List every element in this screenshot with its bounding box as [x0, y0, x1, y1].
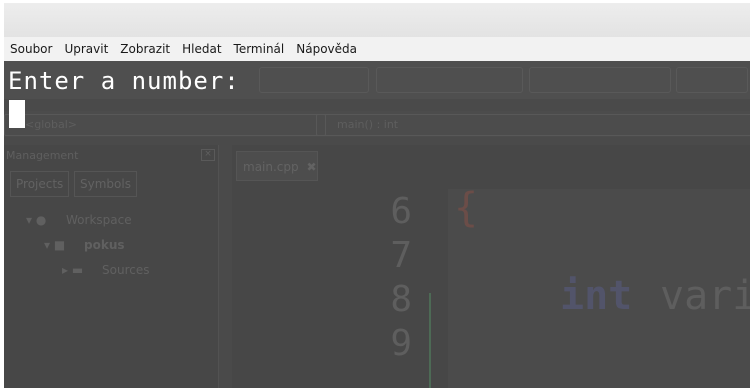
- ghost-tab-projects: Projects: [10, 171, 70, 197]
- ghost-tree-workspace: Workspace: [66, 213, 132, 227]
- ghost-tree-arrow-icon: ▾ ■: [44, 238, 66, 252]
- menu-zobrazit[interactable]: Zobrazit: [114, 37, 176, 61]
- terminal-area[interactable]: <global> main() : int Management × Proje…: [4, 61, 750, 388]
- ghost-tab-close-icon: ✖: [306, 160, 317, 174]
- ghost-line-number: 7: [390, 235, 412, 276]
- ghost-code-brace: {: [454, 185, 479, 231]
- ghost-tree-sources: Sources: [102, 263, 150, 277]
- ghost-toolbar-group: [376, 67, 523, 93]
- ghost-editor-tab-label: main.cpp: [243, 160, 299, 174]
- ghost-line-number: 9: [390, 323, 412, 364]
- ghost-close-icon: ×: [201, 149, 215, 161]
- menu-napoveda[interactable]: Nápověda: [290, 37, 363, 61]
- terminal-cursor: [9, 100, 25, 128]
- ghost-editor-tab: main.cpp ✖: [236, 151, 318, 181]
- ghost-line-number: 8: [390, 279, 412, 320]
- title-bar[interactable]: [4, 3, 750, 37]
- ghost-code-identifier: vari: [660, 273, 750, 319]
- ghost-tree-project: pokus: [84, 238, 125, 252]
- menu-soubor[interactable]: Soubor: [4, 37, 58, 61]
- ghost-scope-left: <global>: [4, 114, 326, 136]
- ghost-code-keyword: int: [560, 273, 633, 319]
- ghost-scope-bar: <global> main() : int: [4, 111, 750, 137]
- menu-upravit[interactable]: Upravit: [58, 37, 114, 61]
- ghost-tree-arrow-icon: ▸ ▬: [62, 263, 84, 277]
- menu-terminal[interactable]: Terminál: [228, 37, 291, 61]
- menu-hledat[interactable]: Hledat: [176, 37, 227, 61]
- menu-bar: Soubor Upravit Zobrazit Hledat Terminál …: [4, 37, 750, 61]
- ghost-panel-title: Management: [6, 149, 79, 162]
- ghost-management-panel: Management × Projects Symbols ▾ ● Worksp…: [4, 145, 219, 388]
- terminal-output-line: Enter a number:: [8, 67, 240, 95]
- terminal-window: Soubor Upravit Zobrazit Hledat Terminál …: [4, 3, 750, 388]
- ghost-line-number: 6: [390, 191, 412, 232]
- ghost-scope-right: main() : int: [316, 114, 750, 136]
- ghost-tree-arrow-icon: ▾ ●: [26, 213, 47, 227]
- ghost-toolbar-group: [259, 67, 369, 93]
- ghost-toolbar-combo: [529, 67, 671, 93]
- ghost-editor: main.cpp ✖ 6 7 8 9 { int vari: [232, 145, 750, 388]
- ghost-tab-symbols: Symbols: [74, 171, 137, 197]
- ghost-toolbar-group: [676, 67, 748, 93]
- ghost-change-marker: [429, 293, 431, 388]
